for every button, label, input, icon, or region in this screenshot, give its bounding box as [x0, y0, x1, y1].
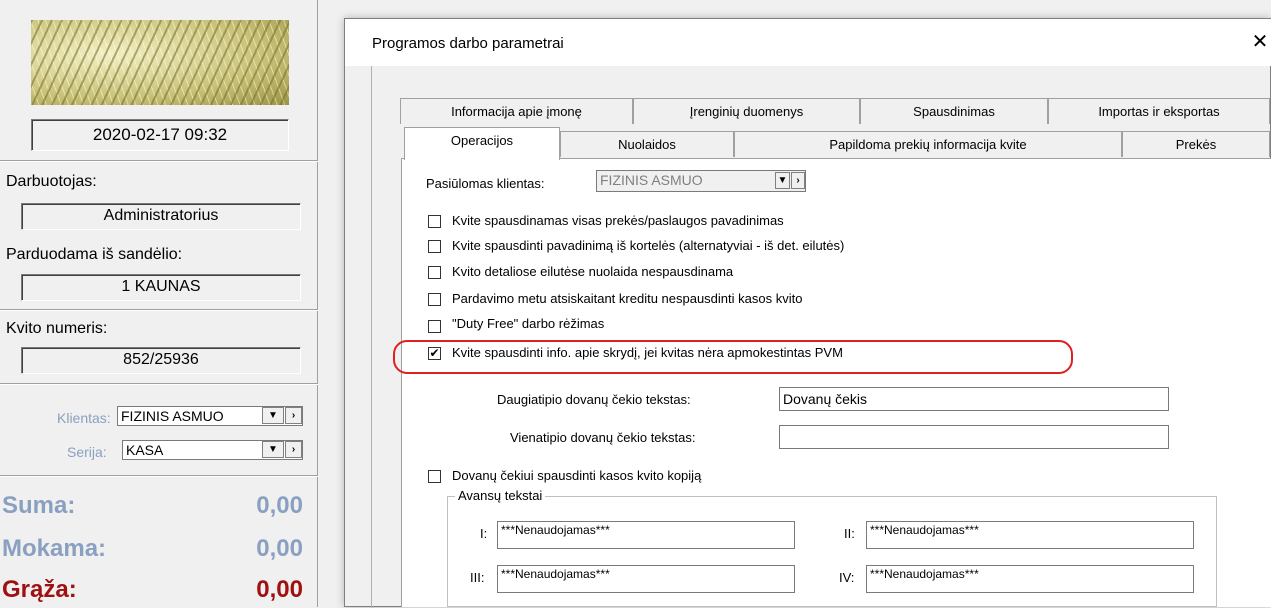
chevron-right-icon[interactable]: › [285, 407, 302, 424]
advance-input-3[interactable]: ***Nenaudojamas*** [497, 565, 795, 593]
warehouse-value: 1 KAUNAS [21, 274, 301, 301]
close-icon[interactable]: ✕ [1248, 31, 1271, 55]
highlight-annotation [393, 340, 1073, 374]
receipt-number-label: Kvito numeris: [6, 320, 108, 337]
change-value: 0,00 [256, 576, 303, 603]
dialog-titlebar[interactable]: Programos darbo parametrai ✕ [345, 19, 1271, 66]
advance-input-1[interactable]: ***Nenaudojamas*** [497, 521, 795, 549]
checkbox-label: Kvite spausdinamas visas prekės/paslaugo… [452, 213, 784, 228]
datetime-display: 2020-02-17 09:32 [31, 119, 289, 151]
advance-input-2[interactable]: ***Nenaudojamas*** [866, 521, 1194, 549]
frame-divider [371, 66, 372, 608]
advance-label-4: IV: [839, 570, 855, 585]
proposed-client-value: FIZINIS ASMUO [600, 172, 703, 188]
separator [0, 309, 318, 311]
change-label: Grąža: [2, 576, 77, 603]
client-combo-value: FIZINIS ASMUO [121, 408, 224, 424]
checkbox-label: Kvito detaliose eilutėse nuolaida nespau… [452, 264, 734, 279]
tab-devices[interactable]: Įrenginių duomenys [633, 98, 860, 124]
tab-printing[interactable]: Spausdinimas [860, 98, 1048, 124]
advance-label-3: III: [470, 570, 485, 585]
checkbox-full-item-name[interactable] [428, 215, 441, 228]
warehouse-label: Parduodama iš sandėlio: [6, 246, 183, 263]
checkbox-name-from-card[interactable] [428, 240, 441, 253]
checkbox-label: Dovanų čekiui spausdinti kasos kvito kop… [452, 468, 702, 483]
company-logo-image [31, 20, 289, 105]
separator [0, 475, 318, 477]
separator [0, 383, 318, 385]
payable-value: 0,00 [256, 535, 303, 562]
separator [0, 160, 318, 162]
checkbox-duty-free[interactable] [428, 320, 441, 333]
advance-label-1: I: [480, 526, 488, 541]
advance-input-4[interactable]: ***Nenaudojamas*** [866, 565, 1194, 593]
single-voucher-label: Vienatipio dovanų čekio tekstas: [510, 430, 696, 445]
multi-voucher-input[interactable]: Dovanų čekis [779, 387, 1169, 411]
checkbox-voucher-receipt-copy[interactable] [428, 470, 441, 483]
chevron-right-icon[interactable]: › [285, 441, 302, 458]
chevron-down-icon[interactable]: ▼ [262, 441, 284, 458]
tab-discounts[interactable]: Nuolaidos [560, 131, 734, 157]
checkbox-no-discount-print[interactable] [428, 266, 441, 279]
sum-value: 0,00 [256, 492, 303, 519]
sum-label: Suma: [2, 492, 76, 519]
receipt-number-value: 852/25936 [21, 347, 301, 374]
employee-value: Administratorius [21, 203, 301, 230]
tab-import-export[interactable]: Importas ir eksportas [1048, 98, 1270, 124]
series-label: Serija: [67, 444, 107, 460]
tab-operations[interactable]: Operacijos [404, 127, 560, 160]
checkbox-label: Pardavimo metu atsiskaitant kreditu nesp… [452, 291, 803, 306]
tab-products[interactable]: Prekės [1122, 131, 1270, 157]
multi-voucher-label: Daugiatipio dovanų čekio tekstas: [497, 392, 691, 407]
advance-label-2: II: [844, 526, 855, 541]
pos-sidebar: 2020-02-17 09:32 Darbuotojas: Administra… [0, 0, 318, 607]
checkbox-no-receipt-credit[interactable] [428, 293, 441, 306]
tab-additional-product-info[interactable]: Papildoma prekių informacija kvite [734, 131, 1122, 157]
dialog-title: Programos darbo parametrai [372, 35, 564, 52]
single-voucher-input[interactable] [779, 425, 1169, 449]
employee-label: Darbuotojas: [6, 173, 97, 190]
tab-company-info[interactable]: Informacija apie įmonę [400, 98, 633, 124]
proposed-client-label: Pasiūlomas klientas: [426, 176, 545, 191]
advance-group-title: Avansų tekstai [455, 488, 546, 503]
chevron-down-icon[interactable]: ▼ [775, 172, 790, 189]
chevron-down-icon[interactable]: ▼ [262, 407, 284, 424]
client-label: Klientas: [57, 410, 111, 426]
payable-label: Mokama: [2, 535, 107, 562]
checkbox-label: Kvite spausdinti pavadinimą iš kortelės … [452, 238, 845, 253]
checkbox-label: "Duty Free" darbo rėžimas [452, 316, 605, 331]
chevron-right-icon[interactable]: › [791, 172, 805, 189]
series-combo-value: KASA [126, 442, 164, 458]
